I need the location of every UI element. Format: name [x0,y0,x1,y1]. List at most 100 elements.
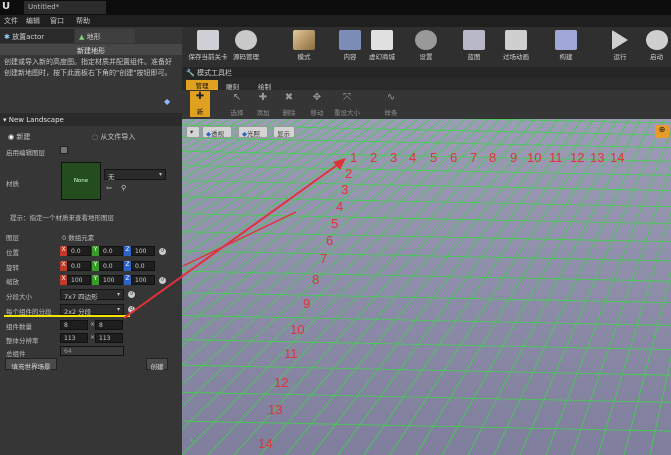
axis-y-icon: Y [92,275,99,285]
landscape-hint-text: 创建或导入新的高度图。指定材质并配置组件。准备好创建新地图时，按下此面板右下角的… [4,58,172,77]
highlight-underline [4,315,130,317]
use-selected-icon[interactable]: ⇦ [106,184,112,192]
build-icon [555,30,577,50]
material-dropdown[interactable]: 无 ▾ [104,169,166,181]
location-label: 位置 [6,249,19,257]
component-count-y-field[interactable]: 8 [95,320,123,330]
section-size-dropdown[interactable]: 7x7 四边形 ▾ [60,289,124,301]
row-number: 5 [331,216,339,231]
row-number: 4 [336,199,344,214]
source-control-icon [235,30,257,50]
menu-edit[interactable]: 编辑 [26,16,40,26]
rotation-label: 旋转 [6,264,19,272]
scale-x-field[interactable]: 100 [67,275,91,285]
axis-z-icon: Z [124,261,131,271]
source-control-label: 源码管理 [233,53,259,61]
resize-tool-button[interactable]: ⤧ 重设大小 [328,92,366,117]
axis-y-icon: Y [92,246,99,256]
reset-location-icon[interactable]: ↺ [159,248,166,255]
resolution-x-field[interactable]: 113 [60,333,88,343]
tab-place-actor[interactable]: ✱ 放置actor [0,29,74,43]
component-count-x-field[interactable]: 8 [60,320,88,330]
blueprints-button[interactable]: 蓝图 [452,28,496,66]
radio-import[interactable]: ○ 从文件导入 [92,132,135,142]
menu-help[interactable]: 帮助 [76,16,90,26]
tab-landscape-label: 地形 [86,33,101,41]
axis-gizmo-icon: ⊾ [190,436,196,444]
document-tab[interactable]: Untitled* [24,1,106,14]
landscape-icon: ▲ [79,33,87,41]
chevron-down-icon: ▾ [158,171,162,178]
location-z-field[interactable]: 100 [131,246,155,256]
create-button[interactable]: 创建 [146,358,168,371]
move-tool-icon: ✥ [312,92,322,103]
fill-world-button[interactable]: 填充世界场景 [5,358,57,371]
axis-x-icon: X [60,275,67,285]
viewport-options-icon[interactable]: ⊕ [655,125,669,138]
spline-tool-button[interactable]: ∿ 样条 [372,92,410,117]
new-tool-button[interactable]: ✚ 新 [190,91,210,117]
delete-tool-icon: ✖ [284,92,294,103]
help-icon[interactable]: ◆ [164,97,174,107]
section-size-label: 分段大小 [6,293,32,301]
tab-manage[interactable]: 管理 [186,80,218,90]
perspective-button[interactable]: ◆透视 [202,126,232,138]
material-tip: 提示：指定一个材质来查看地形图层 [10,214,114,222]
resolution-y-field[interactable]: 113 [95,333,123,343]
axis-z-icon: Z [124,246,131,256]
col-number: 12 [570,150,585,165]
location-x-field[interactable]: 0.0 [67,246,91,256]
rotation-y-field[interactable]: 0.0 [99,261,123,271]
new-landscape-section[interactable]: ▾ New Landscape [0,113,182,126]
viewport-grid [182,119,671,455]
sections-per-component-dropdown[interactable]: 2x2 分段 ▾ [60,304,124,316]
play-icon [612,30,628,50]
menu-window[interactable]: 窗口 [50,16,64,26]
row-number: 8 [312,272,320,287]
modes-button[interactable]: 模式 [282,28,326,66]
axis-x-icon: X [60,261,67,271]
section-title: New Landscape [8,116,64,124]
play-button[interactable]: 运行 [598,28,642,66]
settings-button[interactable]: 设置 [404,28,448,66]
unreal-logo-icon: U [2,1,11,12]
launch-button[interactable]: 启动 [642,28,671,66]
editable-layers-checkbox[interactable] [60,146,68,154]
show-button[interactable]: 显示 [273,126,295,138]
radio-new[interactable]: ◉ 新建 [8,132,30,142]
cinematics-button[interactable]: 过场动画 [494,28,538,66]
scale-y-field[interactable]: 100 [99,275,123,285]
col-number: 2 [370,150,378,165]
row-number: 14 [258,436,273,451]
mode-toolbar-title: 🔧 模式工具栏 [186,68,232,78]
col-number: 6 [450,150,458,165]
build-button[interactable]: 构建 [544,28,588,66]
reset-sections-icon[interactable]: ↺ [128,306,135,313]
chevron-down-icon: ▾ [116,306,120,313]
search-icon[interactable]: ⚲ [121,184,126,192]
rotation-x-field[interactable]: 0.0 [67,261,91,271]
reset-scale-icon[interactable]: ↺ [159,277,166,284]
modes-icon [293,30,315,50]
location-y-field[interactable]: 0.0 [99,246,123,256]
menu-file[interactable]: 文件 [4,16,18,26]
level-viewport[interactable] [182,119,671,455]
lit-label: 光照 [247,130,260,138]
marketplace-button[interactable]: 虚幻商城 [360,28,404,66]
viewport-menu-button[interactable]: ▾ [186,126,200,138]
col-number: 11 [549,150,563,165]
tab-landscape[interactable]: ▲ 地形 [75,29,135,43]
col-number: 9 [510,150,518,165]
material-label: 材质 [6,180,19,188]
source-control-button[interactable]: 源码管理 [224,28,268,66]
material-thumbnail[interactable]: None [61,162,101,200]
lit-button[interactable]: ◆光照 [238,126,268,138]
reset-section-size-icon[interactable]: ↺ [128,291,135,298]
mode-tabs [182,79,671,90]
marketplace-label: 虚幻商城 [369,53,395,61]
rotation-z-field[interactable]: 0.0 [131,261,155,271]
row-number: 2 [345,166,353,181]
scale-z-field[interactable]: 100 [131,275,155,285]
place-actor-icon: ✱ [4,33,13,41]
resize-tool-icon: ⤧ [343,92,351,103]
